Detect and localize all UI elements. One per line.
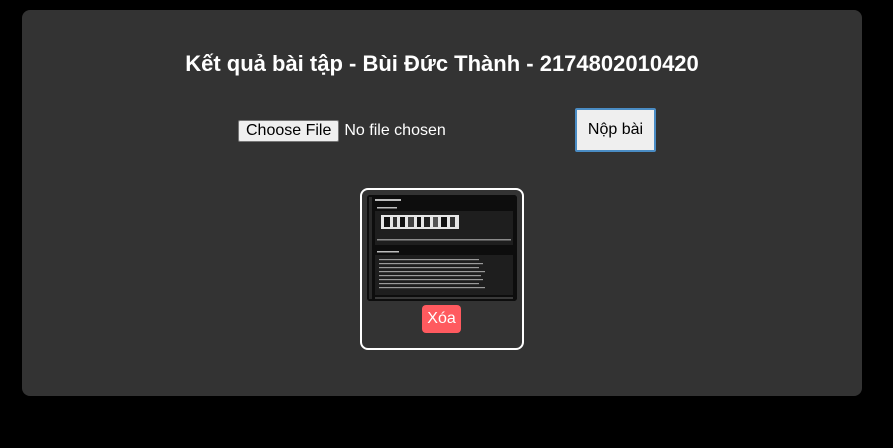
submit-button[interactable]: Nộp bài [575, 108, 656, 152]
file-status-text: No file chosen [344, 122, 446, 139]
choose-file-button[interactable]: Choose File [238, 120, 340, 142]
delete-button[interactable]: Xóa [422, 305, 461, 333]
page-title: Kết quả bài tập - Bùi Đức Thành - 217480… [185, 51, 699, 76]
submission-thumbnail[interactable] [367, 195, 517, 301]
submission-card: Xóa [360, 188, 524, 350]
main-panel: Kết quả bài tập - Bùi Đức Thành - 217480… [22, 10, 862, 396]
thumbnail-graphic [367, 195, 517, 301]
file-input[interactable]: Choose File No file chosen [238, 120, 446, 142]
